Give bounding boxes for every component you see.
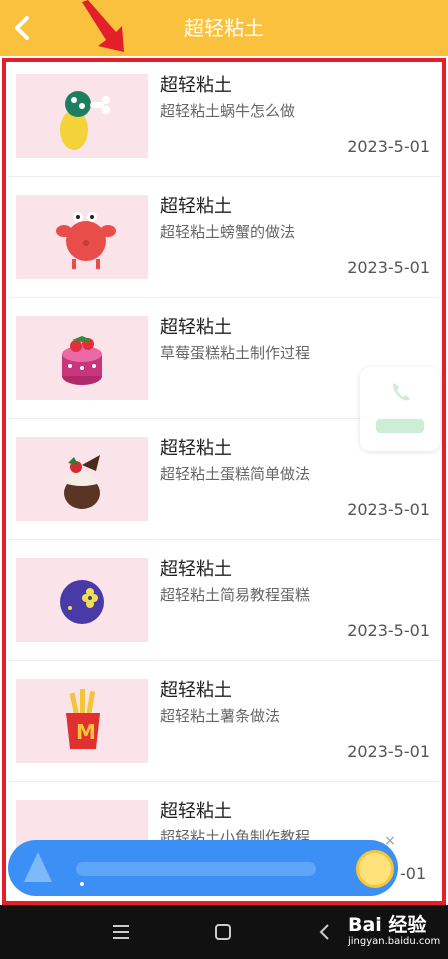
list-item[interactable]: 超轻粘土 超轻粘土蜗牛怎么做 2023-5-01 xyxy=(8,56,440,177)
watermark-url: jingyan.baidu.com xyxy=(348,936,441,947)
item-title: 超轻粘土 xyxy=(160,801,232,822)
item-subtitle: 超轻粘土简易教程蛋糕 xyxy=(160,586,311,604)
thumbnail-snail xyxy=(16,74,148,158)
baidu-watermark: Bai 经验 jingyan.baidu.com xyxy=(330,910,446,954)
banner-dot xyxy=(80,882,84,886)
promo-banner[interactable] xyxy=(8,840,398,896)
item-title: 超轻粘土 xyxy=(160,680,232,701)
item-title: 超轻粘土 xyxy=(160,317,232,338)
item-title: 超轻粘土 xyxy=(160,196,232,217)
item-date-partial: -01 xyxy=(400,864,427,883)
item-date: 2023-5-01 xyxy=(347,621,430,640)
article-list[interactable]: 超轻粘土 超轻粘土蜗牛怎么做 2023-5-01 超轻粘土 超轻粘土螃蟹的做法 … xyxy=(0,56,448,904)
svg-text:M: M xyxy=(76,720,96,744)
page-title: 超轻粘土 xyxy=(184,16,264,40)
top-bar: 超轻粘土 xyxy=(0,0,448,56)
item-title: 超轻粘土 xyxy=(160,438,232,459)
floating-call-button[interactable] xyxy=(360,367,440,451)
item-subtitle: 超轻粘土薯条做法 xyxy=(160,707,281,725)
item-subtitle: 超轻粘土螃蟹的做法 xyxy=(160,223,296,241)
annotation-arrow xyxy=(82,0,124,52)
item-title: 超轻粘土 xyxy=(160,75,232,96)
thumbnail-purple-ball xyxy=(16,558,148,642)
banner-logo-icon xyxy=(24,852,52,882)
item-title: 超轻粘土 xyxy=(160,559,232,580)
item-subtitle: 超轻粘土蛋糕简单做法 xyxy=(160,465,311,483)
thumbnail-fries: M xyxy=(16,679,148,763)
item-date: 2023-5-01 xyxy=(347,742,430,761)
thumbnail-crab xyxy=(16,195,148,279)
menu-icon[interactable] xyxy=(108,919,134,945)
thumbnail-strawberry-cake xyxy=(16,316,148,400)
thumbnail-chocolate-cake xyxy=(16,437,148,521)
item-date: 2023-5-01 xyxy=(347,258,430,277)
banner-close-button[interactable]: × xyxy=(383,834,397,848)
list-item[interactable]: 超轻粘土 超轻粘土螃蟹的做法 2023-5-01 xyxy=(8,177,440,298)
item-subtitle: 超轻粘土蜗牛怎么做 xyxy=(160,102,296,120)
item-subtitle: 草莓蛋糕粘土制作过程 xyxy=(160,344,311,362)
floating-button-label xyxy=(376,419,424,433)
item-date: 2023-5-01 xyxy=(347,137,430,156)
coin-icon xyxy=(356,850,394,888)
home-icon[interactable] xyxy=(210,919,236,945)
watermark-brand: Bai 经验 xyxy=(348,914,427,936)
list-item[interactable]: 超轻粘土 超轻粘土简易教程蛋糕 2023-5-01 xyxy=(8,540,440,661)
list-item[interactable]: M 超轻粘土 超轻粘土薯条做法 2023-5-01 xyxy=(8,661,440,782)
banner-text-blurred xyxy=(76,862,316,876)
item-date: 2023-5-01 xyxy=(347,500,430,519)
phone-icon xyxy=(393,383,410,401)
